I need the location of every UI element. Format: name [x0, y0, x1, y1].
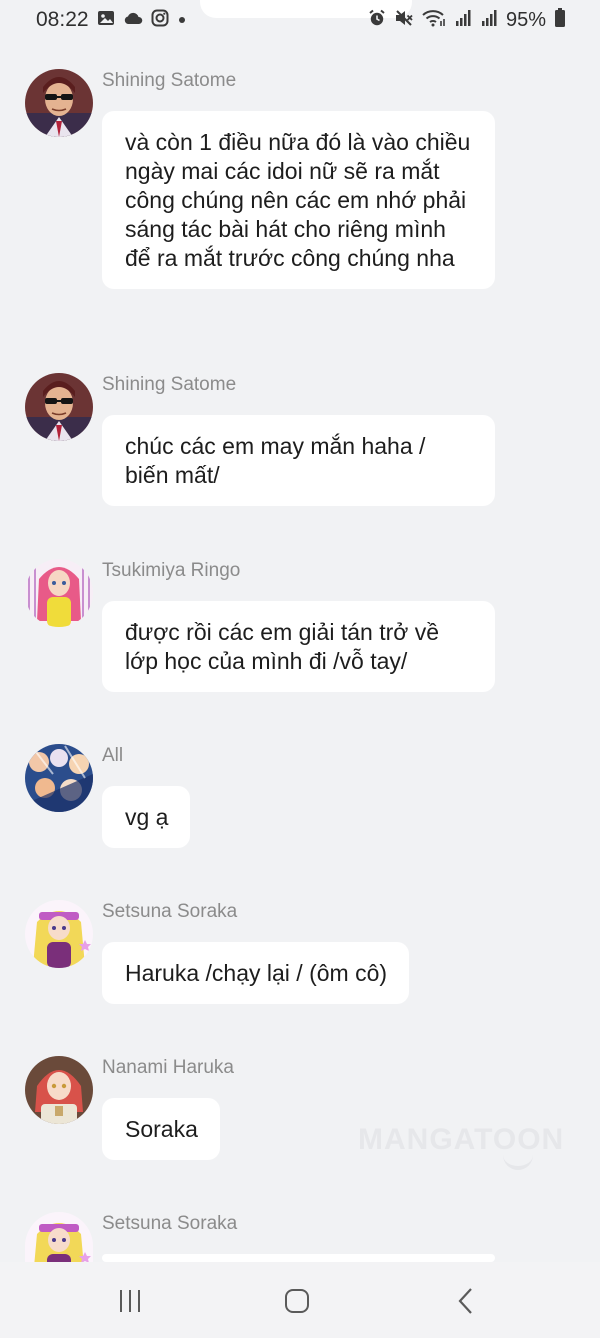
sender-name: Tsukimiya Ringo	[102, 560, 241, 581]
message-bubble[interactable]: Haruka /chạy lại / (ôm cô)	[102, 942, 410, 1004]
home-icon[interactable]	[280, 1284, 314, 1318]
sender-name: Setsuna Soraka	[102, 1213, 238, 1234]
sender-name: Shining Satome	[102, 374, 237, 395]
sender-name: All	[102, 745, 124, 766]
back-icon[interactable]	[449, 1284, 483, 1318]
watermark-smile	[503, 1154, 533, 1170]
message-bubble[interactable]	[102, 1254, 495, 1262]
message-bubble[interactable]: được rồi các em giải tán trở về lớp học …	[102, 601, 495, 692]
message-bubble[interactable]: chúc các em may mắn haha / biến mất/	[102, 415, 495, 506]
sender-name: Nanami Haruka	[102, 1057, 234, 1078]
avatar[interactable]	[25, 744, 93, 812]
message-bubble[interactable]: Soraka	[102, 1098, 220, 1160]
avatar[interactable]	[25, 1056, 93, 1124]
navigation-bar	[0, 1262, 600, 1338]
avatar[interactable]	[25, 559, 93, 627]
avatar[interactable]	[25, 900, 93, 968]
avatar[interactable]	[25, 1212, 93, 1262]
sender-name: Setsuna Soraka	[102, 901, 238, 922]
recent-apps-icon[interactable]	[113, 1284, 147, 1318]
avatar[interactable]	[25, 69, 93, 137]
sender-name: Shining Satome	[102, 70, 237, 91]
message-bubble[interactable]: và còn 1 điều nữa đó là vào chiều ngày m…	[102, 111, 495, 289]
message-bubble[interactable]: vg ạ	[102, 786, 191, 848]
avatar[interactable]	[25, 373, 93, 441]
watermark: MANGATOON	[358, 1123, 565, 1156]
chat-thread[interactable]: Shining Satome và còn 1 điều nữa đó là v…	[0, 0, 600, 1262]
